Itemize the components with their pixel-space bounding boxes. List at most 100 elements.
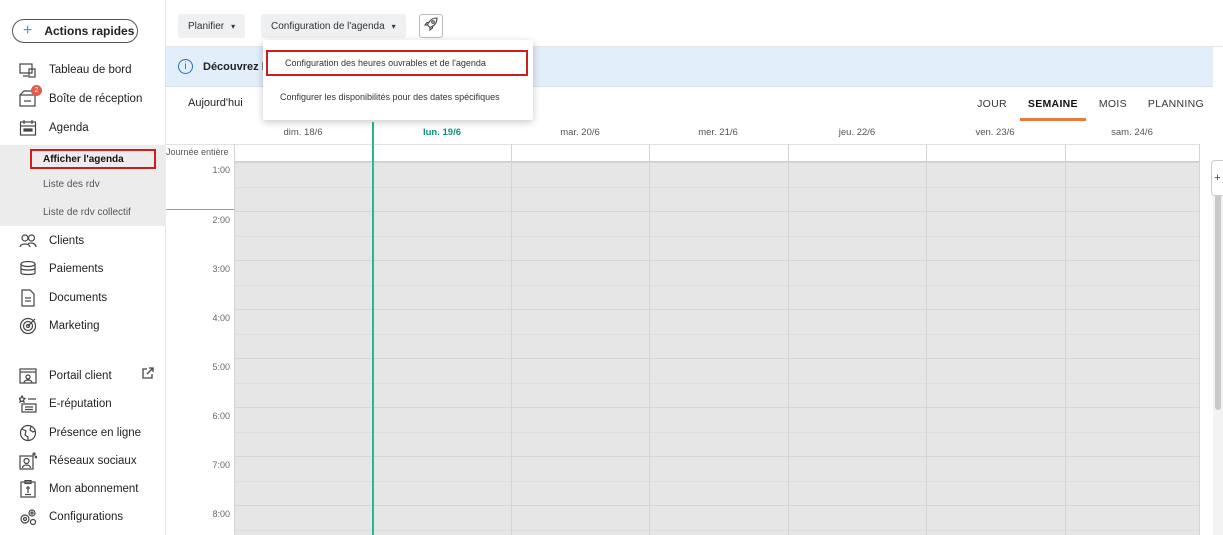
hour-line — [234, 358, 1199, 359]
hour-line — [234, 407, 1199, 408]
agenda-config-label: Configuration de l'agenda — [271, 20, 385, 32]
half-hour-line — [234, 187, 1199, 188]
plus-icon: + — [1214, 172, 1221, 184]
sidebar-item-subscription[interactable]: Mon abonnement — [0, 475, 166, 503]
week-calendar-grid: dim. 18/6 lun. 19/6 mar. 20/6 mer. 21/6 … — [166, 122, 1213, 535]
calendar-icon — [18, 119, 38, 137]
sidebar-item-configurations[interactable]: Configurations — [0, 503, 166, 531]
sidebar-subitem-appointments[interactable]: Liste des rdv — [0, 170, 166, 198]
sidebar-item-label: Présence en ligne — [49, 427, 142, 439]
hour-line — [234, 260, 1199, 261]
half-hour-line — [234, 334, 1199, 335]
sidebar-item-marketing[interactable]: Marketing — [0, 312, 166, 340]
sidebar-item-online-presence[interactable]: Présence en ligne — [0, 419, 166, 447]
hour-label: 7:00 — [212, 460, 230, 470]
document-icon — [18, 289, 38, 307]
hour-label: 8:00 — [212, 509, 230, 519]
hour-label: 5:00 — [212, 362, 230, 372]
globe-icon — [18, 424, 38, 442]
sidebar-item-documents[interactable]: Documents — [0, 284, 166, 312]
sidebar-item-label: Portail client — [49, 370, 112, 382]
hour-label: 3:00 — [212, 264, 230, 274]
sidebar-item-reputation[interactable]: E-réputation — [0, 390, 166, 418]
view-month[interactable]: MOIS — [1099, 98, 1127, 110]
sidebar-item-label: Tableau de bord — [49, 64, 132, 76]
sidebar-item-social-networks[interactable]: Réseaux sociaux — [0, 447, 166, 475]
payments-icon — [18, 260, 38, 278]
planifier-label: Planifier — [188, 20, 225, 32]
calendar-scrollbar[interactable] — [1213, 160, 1223, 535]
hour-line — [234, 309, 1199, 310]
time-slots-area[interactable] — [234, 162, 1199, 535]
external-link-icon[interactable] — [141, 367, 154, 383]
sidebar-subitem-label: Liste des rdv — [43, 178, 100, 190]
view-week[interactable]: SEMAINE — [1019, 98, 1086, 121]
sidebar-item-label: Configurations — [49, 511, 124, 523]
day-column-divider — [926, 144, 927, 535]
view-switcher: JOUR SEMAINE MOIS PLANNING — [956, 98, 1204, 121]
day-header[interactable]: mar. 20/6 — [511, 122, 649, 144]
sidebar-item-label: Réseaux sociaux — [49, 455, 137, 467]
hour-label: 1:00 — [212, 165, 230, 175]
sidebar-item-clients[interactable]: Clients — [0, 227, 166, 255]
chevron-down-icon: ▾ — [231, 21, 236, 31]
info-icon: i — [178, 59, 193, 74]
day-column-divider — [234, 144, 235, 535]
half-hour-line — [234, 383, 1199, 384]
sidebar-item-label: Marketing — [49, 320, 100, 332]
sidebar-item-label: Boîte de réception — [49, 93, 143, 105]
day-column-divider — [511, 144, 512, 535]
day-column-divider — [649, 144, 650, 535]
gears-icon — [18, 508, 38, 526]
day-header-today[interactable]: lun. 19/6 — [373, 122, 511, 144]
sidebar-item-inbox[interactable]: 2 Boîte de réception — [0, 85, 166, 113]
target-icon — [18, 317, 38, 335]
sidebar-item-label: Agenda — [49, 122, 89, 134]
day-header[interactable]: ven. 23/6 — [926, 122, 1064, 144]
menu-item-label: Configuration des heures ouvrables et de… — [285, 58, 486, 68]
sidebar-subitem-group-appointments[interactable]: Liste de rdv collectif — [0, 198, 166, 226]
half-hour-line — [234, 285, 1199, 286]
day-column-divider — [788, 144, 789, 535]
chevron-down-icon: ▾ — [391, 21, 396, 31]
menu-item-label: Configurer les disponibilités pour des d… — [280, 92, 500, 102]
half-hour-line — [234, 481, 1199, 482]
hour-line — [234, 456, 1199, 457]
sidebar-subitem-label: Liste de rdv collectif — [43, 206, 131, 218]
quick-actions-button[interactable]: + Actions rapides — [12, 19, 138, 43]
scrollbar-thumb[interactable] — [1215, 180, 1221, 410]
sidebar-item-agenda[interactable]: Agenda — [0, 114, 166, 142]
agenda-config-dropdown: Configuration des heures ouvrables et de… — [263, 40, 533, 120]
hour-line — [234, 505, 1199, 506]
sidebar-item-dashboard[interactable]: Tableau de bord — [0, 56, 166, 84]
hour-label: 4:00 — [212, 313, 230, 323]
sidebar-item-client-portal[interactable]: Portail client — [0, 362, 166, 390]
planifier-button[interactable]: Planifier ▾ — [178, 14, 246, 38]
selection-highlight — [30, 149, 156, 169]
side-panel-toggle[interactable]: + — [1211, 160, 1223, 196]
view-planning[interactable]: PLANNING — [1148, 98, 1204, 110]
half-hour-line — [234, 432, 1199, 433]
day-header[interactable]: sam. 24/6 — [1065, 122, 1199, 144]
hour-label: 6:00 — [212, 411, 230, 421]
day-header[interactable]: dim. 18/6 — [234, 122, 372, 144]
menu-item-specific-dates[interactable]: Configurer les disponibilités pour des d… — [263, 84, 533, 110]
day-column-divider — [1065, 144, 1066, 535]
day-header[interactable]: jeu. 22/6 — [788, 122, 926, 144]
agenda-config-button[interactable]: Configuration de l'agenda ▾ — [261, 14, 406, 38]
menu-item-business-hours[interactable]: Configuration des heures ouvrables et de… — [266, 50, 528, 76]
rocket-button[interactable] — [419, 14, 443, 38]
current-time-marker — [166, 209, 234, 210]
half-hour-line — [234, 530, 1199, 531]
all-day-label: Journée entière — [166, 147, 229, 157]
today-button[interactable]: Aujourd'hui — [188, 97, 243, 109]
day-header[interactable]: mer. 21/6 — [649, 122, 787, 144]
social-icon — [18, 452, 38, 470]
sidebar-item-payments[interactable]: Paiements — [0, 255, 166, 283]
sidebar-item-label: Paiements — [49, 263, 104, 275]
reputation-icon — [18, 395, 38, 413]
sidebar: + Actions rapides Tableau de bord 2 Boît… — [0, 0, 166, 535]
users-icon — [18, 232, 38, 250]
rocket-icon — [423, 16, 439, 37]
view-day[interactable]: JOUR — [977, 98, 1007, 110]
